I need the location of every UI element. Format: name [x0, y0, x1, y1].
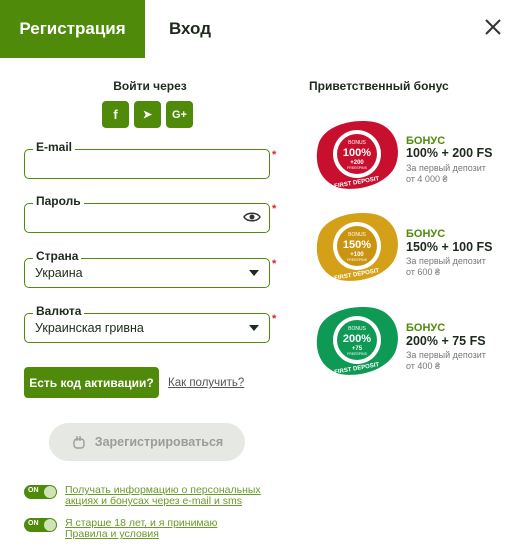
- bonus-amount: 100% + 200 FS: [406, 146, 493, 160]
- bonus-label: БОНУС: [406, 322, 446, 334]
- bonus-condition: За первый депозит от 600 ₴: [406, 256, 506, 278]
- required-mark: *: [272, 203, 277, 215]
- hand-icon: [73, 436, 85, 449]
- bonus-condition-line: За первый депозит: [406, 350, 486, 360]
- telegram-icon: ➤: [142, 109, 153, 121]
- bonus-label: БОНУС: [406, 228, 446, 240]
- how-to-get-link[interactable]: Как получить?: [168, 377, 244, 389]
- country-value: Украина: [35, 266, 83, 280]
- country-label: Страна: [33, 249, 82, 263]
- badge-freespins-label: FREESPINS: [347, 258, 368, 262]
- auth-tabs: Регистрация Вход: [0, 0, 522, 58]
- chevron-down-icon: [249, 325, 259, 331]
- toggle-state: ON: [28, 520, 39, 527]
- register-label: Зарегистрироваться: [94, 435, 224, 449]
- currency-value: Украинская гривна: [35, 321, 144, 335]
- close-icon[interactable]: [480, 14, 506, 40]
- badge-top: BONUS: [348, 232, 366, 238]
- bonus-title: Приветственный бонус: [309, 79, 449, 93]
- tab-register[interactable]: Регистрация: [0, 0, 145, 58]
- bonus-amount: 200% + 75 FS: [406, 334, 486, 348]
- bonus-condition-line: от 4 000 ₴: [406, 174, 448, 184]
- eye-icon[interactable]: [243, 210, 261, 224]
- password-label: Пароль: [33, 194, 84, 208]
- required-mark: *: [272, 258, 277, 270]
- email-label: E-mail: [33, 140, 76, 154]
- bonus-condition: За первый депозит от 400 ₴: [406, 350, 506, 372]
- bonus-condition-line: За первый депозит: [406, 163, 486, 173]
- toggle-knob: [44, 519, 56, 531]
- consent-line: акциях и бонусах через e-mail и sms: [65, 495, 243, 507]
- google-plus-button[interactable]: G+: [166, 101, 193, 128]
- telegram-button[interactable]: ➤: [134, 101, 161, 128]
- toggle-knob: [44, 486, 56, 498]
- bonus-badge-100: BONUS 100% +200 FREESPINS FIRST DEPOSIT: [316, 121, 398, 190]
- badge-percent: 150%: [343, 239, 371, 251]
- chevron-down-icon: [249, 270, 259, 276]
- bonus-amount: 150% + 100 FS: [406, 240, 493, 254]
- bonus-condition-line: За первый депозит: [406, 256, 486, 266]
- newsletter-toggle[interactable]: ON: [24, 485, 57, 499]
- age-terms-toggle[interactable]: ON: [24, 518, 57, 532]
- terms-consent-link[interactable]: Я старше 18 лет, и я принимаю Правила и …: [65, 518, 217, 540]
- facebook-icon: f: [113, 107, 118, 122]
- badge-top: BONUS: [348, 140, 366, 146]
- bonus-condition-line: от 400 ₴: [406, 361, 440, 371]
- newsletter-consent-link[interactable]: Получать информацию о персональных акция…: [65, 485, 261, 507]
- google-plus-icon: G+: [172, 108, 187, 121]
- badge-top: BONUS: [348, 326, 366, 332]
- toggle-state: ON: [28, 487, 39, 494]
- currency-label: Валюта: [33, 304, 85, 318]
- required-mark: *: [272, 149, 277, 161]
- social-login-title: Войти через: [113, 79, 187, 93]
- email-field[interactable]: E-mail: [24, 140, 270, 179]
- badge-percent: 200%: [343, 333, 371, 345]
- badge-percent: 100%: [343, 147, 371, 159]
- bonus-condition-line: от 600 ₴: [406, 267, 440, 277]
- required-mark: *: [272, 313, 277, 325]
- bonus-badge-200: BONUS 200% +75 FREESPINS FIRST DEPOSIT: [316, 307, 398, 376]
- register-button[interactable]: Зарегистрироваться: [49, 423, 245, 461]
- consent-line: Правила и условия: [65, 528, 159, 540]
- currency-select[interactable]: Валюта Украинская гривна: [24, 304, 270, 343]
- bonus-condition: За первый депозит от 4 000 ₴: [406, 163, 506, 185]
- activation-code-button[interactable]: Есть код активации?: [24, 367, 159, 398]
- bonus-badge-150: BONUS 150% +100 FREESPINS FIRST DEPOSIT: [316, 213, 398, 282]
- country-select[interactable]: Страна Украина: [24, 249, 270, 288]
- password-field[interactable]: Пароль: [24, 194, 270, 233]
- badge-freespins-label: FREESPINS: [347, 166, 368, 170]
- badge-freespins-label: FREESPINS: [347, 352, 368, 356]
- tab-login[interactable]: Вход: [145, 0, 235, 58]
- facebook-button[interactable]: f: [102, 101, 129, 128]
